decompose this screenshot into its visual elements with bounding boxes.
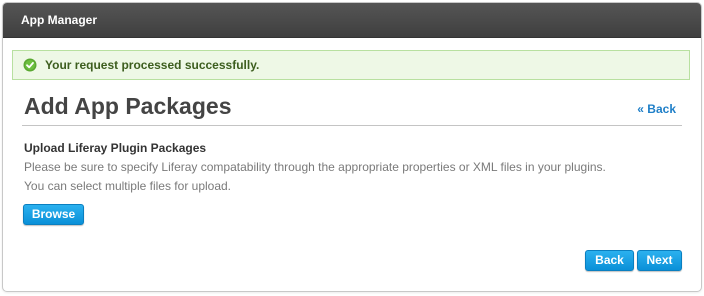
page-title: Add App Packages <box>24 93 232 119</box>
upload-section-heading: Upload Liferay Plugin Packages <box>24 141 207 155</box>
browse-button[interactable]: Browse <box>23 204 84 225</box>
success-check-icon <box>23 58 37 72</box>
back-button[interactable]: Back <box>585 250 634 271</box>
upload-help-text-2: You can select multiple files for upload… <box>24 179 232 193</box>
app-manager-portlet: App Manager Your request processed succe… <box>2 2 702 292</box>
alert-message: Your request processed successfully. <box>45 58 260 72</box>
success-alert: Your request processed successfully. <box>12 50 690 80</box>
upload-help-text-1: Please be sure to specify Liferay compat… <box>24 160 606 174</box>
portlet-title-bar: App Manager <box>3 3 701 38</box>
back-link[interactable]: « Back <box>637 102 676 116</box>
portlet-title: App Manager <box>21 13 98 27</box>
title-divider <box>22 125 682 126</box>
next-button[interactable]: Next <box>637 250 682 271</box>
